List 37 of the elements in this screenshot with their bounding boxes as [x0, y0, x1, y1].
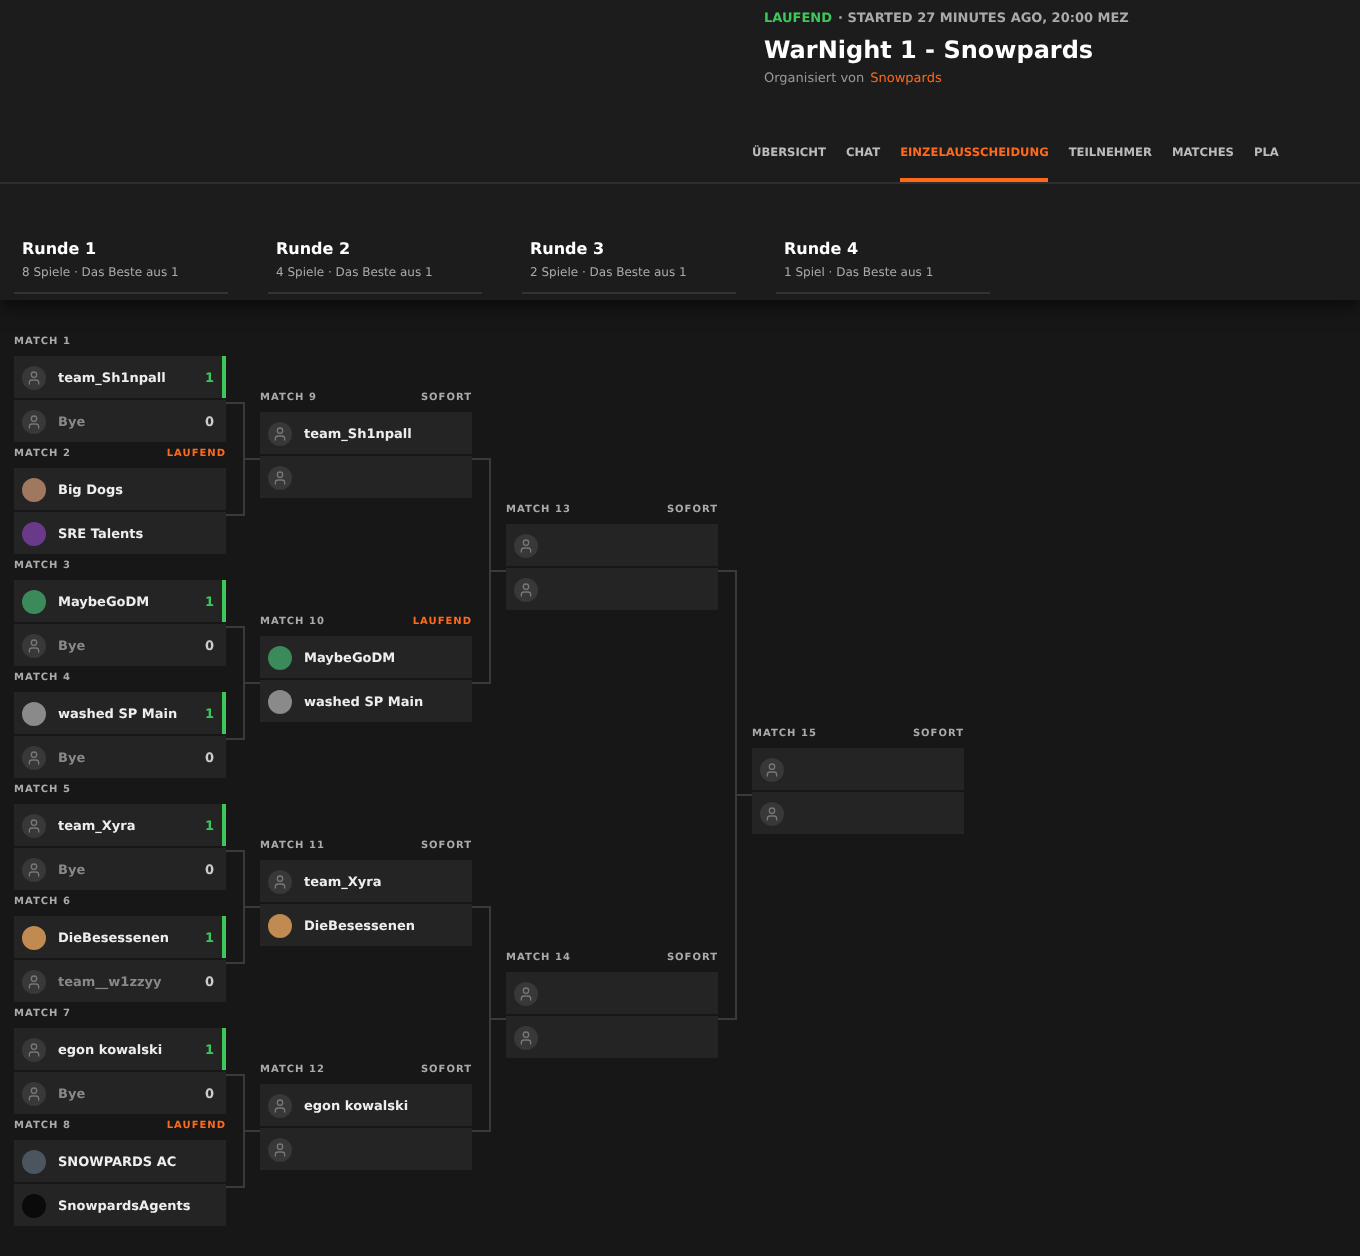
- avatar-placeholder-icon: [268, 1137, 292, 1161]
- bracket-connector: [225, 1074, 261, 1188]
- avatar-placeholder-icon: [22, 857, 46, 881]
- avatar-placeholder-icon: [514, 533, 538, 557]
- avatar-placeholder-icon: [268, 1093, 292, 1117]
- avatar-placeholder-icon: [268, 465, 292, 489]
- team-row[interactable]: [506, 1016, 718, 1058]
- team-row[interactable]: [506, 568, 718, 610]
- tournament-title: WarNight 1 - Snowpards: [764, 36, 1096, 64]
- avatar-placeholder-icon: [22, 409, 46, 433]
- bracket-connector: [225, 402, 261, 516]
- team-row[interactable]: [752, 792, 964, 834]
- avatar-placeholder-icon: [268, 421, 292, 445]
- team-row[interactable]: [260, 1128, 472, 1170]
- team-row[interactable]: [506, 524, 718, 566]
- bracket-connector: [225, 850, 261, 964]
- team-row[interactable]: [506, 972, 718, 1014]
- avatar-placeholder-icon: [268, 869, 292, 893]
- bracket-connector: [225, 626, 261, 740]
- avatar-placeholder-icon: [22, 1037, 46, 1061]
- avatar-placeholder-icon: [22, 1081, 46, 1105]
- team-row[interactable]: [752, 748, 964, 790]
- avatar-placeholder-icon: [760, 757, 784, 781]
- avatar-placeholder-icon: [760, 801, 784, 825]
- round-title: Runde 2: [276, 240, 353, 258]
- round-title: Runde 1: [22, 240, 99, 258]
- team-row[interactable]: [260, 456, 472, 498]
- avatar-placeholder-icon: [22, 633, 46, 657]
- round-title: Runde 3: [530, 240, 607, 258]
- avatar-placeholder-icon: [22, 813, 46, 837]
- avatar-placeholder-icon: [514, 577, 538, 601]
- avatar-placeholder-icon: [22, 365, 46, 389]
- avatar-placeholder-icon: [22, 969, 46, 993]
- avatar-placeholder-icon: [514, 1025, 538, 1049]
- avatar-placeholder-icon: [22, 745, 46, 769]
- avatar-placeholder-icon: [514, 981, 538, 1005]
- round-title: Runde 4: [784, 240, 861, 258]
